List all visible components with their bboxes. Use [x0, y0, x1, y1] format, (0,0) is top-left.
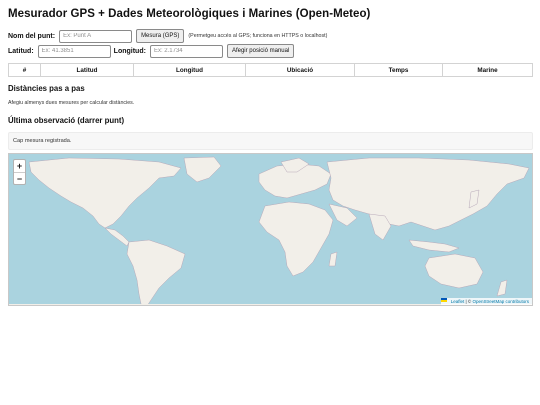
- ukraine-flag-icon: [440, 298, 450, 304]
- map[interactable]: + − Leaflet | © OpenStreetMap contributo…: [8, 153, 533, 306]
- landmass-asia: [326, 157, 530, 231]
- last-observation-heading: Última observació (darrer punt): [8, 116, 125, 125]
- gps-hint: (Permetgeu accés al GPS; funciona en HTT…: [188, 33, 328, 39]
- longitude-input[interactable]: [149, 44, 223, 58]
- measurements-table: # Latitud Longitud Ubicació Temps Marine: [8, 63, 533, 77]
- coords-row: Latitud: Longitud: Afegir posició manual: [8, 44, 295, 58]
- latitude-input[interactable]: [37, 44, 111, 58]
- landmass-australia: [424, 253, 484, 289]
- column-header-index: #: [8, 63, 41, 77]
- column-header-marine: Marine: [442, 63, 533, 77]
- distances-note: Afegiu almenys dues mesures per calcular…: [8, 100, 135, 106]
- point-name-input[interactable]: [59, 29, 133, 43]
- landmass-new-zealand: [496, 279, 508, 297]
- column-header-latitude: Latitud: [40, 63, 134, 77]
- zoom-in-button[interactable]: +: [14, 160, 25, 172]
- landmass-south-america: [126, 239, 186, 305]
- name-row: Nom del punt: Mesura (GPS) (Permetgeu ac…: [8, 29, 327, 43]
- column-header-location: Ubicació: [245, 63, 355, 77]
- last-observation-box: Cap mesura registrada.: [8, 132, 533, 150]
- zoom-control: + −: [13, 159, 26, 185]
- page-title: Mesurador GPS + Dades Meteorològiques i …: [8, 8, 371, 20]
- latitude-label: Latitud:: [8, 47, 34, 55]
- distances-heading: Distàncies pas a pas: [8, 84, 85, 93]
- name-label: Nom del punt:: [8, 32, 56, 40]
- landmass-africa: [258, 201, 334, 277]
- measure-gps-button[interactable]: Mesura (GPS): [136, 29, 185, 43]
- column-header-longitude: Longitud: [133, 63, 246, 77]
- osm-link[interactable]: OpenStreetMap contributors: [472, 299, 529, 304]
- add-manual-position-button[interactable]: Afegir posició manual: [226, 44, 295, 58]
- column-header-weather: Temps: [354, 63, 443, 77]
- landmass-greenland: [183, 156, 222, 183]
- landmass-central-america: [104, 227, 130, 247]
- zoom-out-button[interactable]: −: [14, 172, 25, 184]
- landmass-north-america: [28, 157, 182, 229]
- longitude-label: Longitud:: [113, 47, 146, 55]
- landmass-indonesia: [408, 239, 460, 253]
- map-attribution: Leaflet | © OpenStreetMap contributors: [440, 298, 532, 305]
- world-map: [9, 156, 532, 305]
- page: Mesurador GPS + Dades Meteorològiques i …: [0, 0, 540, 405]
- table-header-row: # Latitud Longitud Ubicació Temps Marine: [8, 63, 533, 77]
- last-observation-text: Cap mesura registrada.: [13, 138, 72, 144]
- landmass-madagascar: [328, 251, 338, 267]
- leaflet-link[interactable]: Leaflet: [451, 299, 465, 304]
